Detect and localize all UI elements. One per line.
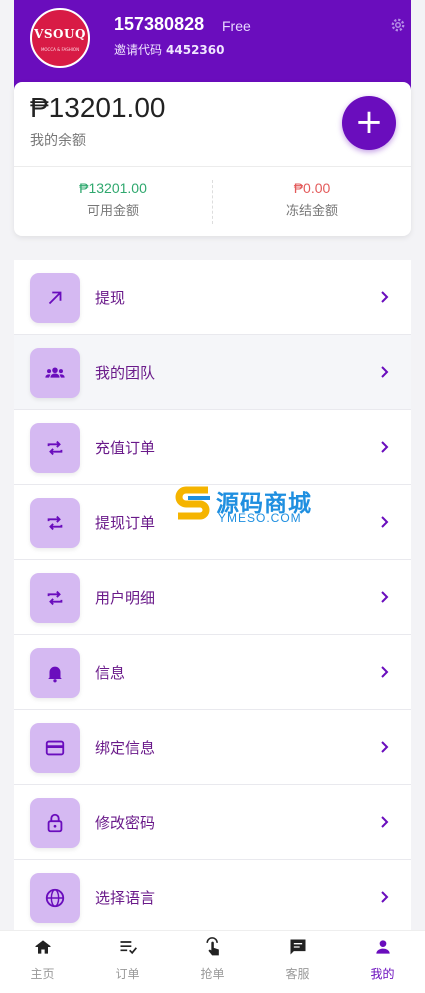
menu-item-messages[interactable]: 信息: [14, 635, 411, 710]
user-id: 157380828: [114, 14, 205, 34]
menu-item-change-password[interactable]: 修改密码: [14, 785, 411, 860]
menu-item-user-details[interactable]: 用户明细: [14, 560, 411, 635]
chevron-right-icon: [381, 816, 389, 828]
user-tier: Free: [222, 18, 251, 34]
menu-label: 选择语言: [95, 889, 156, 907]
bell-icon: [30, 648, 80, 698]
tab-label: 客服: [285, 967, 310, 981]
chevron-right-icon: [381, 366, 389, 378]
avatar[interactable]: VSOUQ MOCCA & FASHION: [30, 8, 90, 68]
menu-label: 提现订单: [95, 514, 156, 532]
gear-icon[interactable]: [389, 16, 407, 34]
menu-list: 提现 我的团队 充值订单 提现订单 用户明细 信息 绑定信息 修改密码 选择语言: [14, 260, 411, 935]
chevron-right-icon: [381, 666, 389, 678]
tab-orders[interactable]: 订单: [85, 931, 170, 993]
menu-item-recharge-orders[interactable]: 充值订单: [14, 410, 411, 485]
balance-amount: ₱13201.00: [30, 92, 166, 123]
frozen-label: 冻结金额: [285, 204, 338, 219]
invite-code-row: 邀请代码 4452360: [114, 41, 224, 58]
tab-support[interactable]: 客服: [255, 931, 340, 993]
logo-text: VSOUQ: [34, 27, 86, 41]
invite-label: 邀请代码: [114, 43, 163, 57]
tab-mine[interactable]: 我的: [340, 931, 425, 993]
touch-icon: [205, 937, 219, 956]
home-icon: [35, 940, 50, 954]
menu-item-language[interactable]: 选择语言: [14, 860, 411, 935]
chat-icon: [290, 939, 305, 955]
menu-label: 充值订单: [95, 439, 156, 457]
repeat-icon: [30, 573, 80, 623]
chevron-right-icon: [381, 291, 389, 303]
tab-grab-order[interactable]: 抢单: [170, 931, 255, 993]
balance-card: ₱13201.00 我的余额 + ₱13201.00 可用金额 ₱0.00 冻结…: [14, 82, 411, 236]
watermark: 源码商城 YMESO.COM: [174, 484, 324, 530]
chevron-right-icon: [381, 591, 389, 603]
person-icon: [375, 940, 390, 954]
lock-icon: [30, 798, 80, 848]
chevron-right-icon: [381, 741, 389, 753]
bottom-tab-bar: 主页 订单 抢单 客服 我的: [0, 930, 425, 993]
chevron-right-icon: [381, 516, 389, 528]
balance-label: 我的余额: [30, 133, 86, 149]
tab-label: 我的: [370, 967, 395, 981]
watermark-subtext: YMESO.COM: [218, 511, 302, 525]
group-icon: [30, 348, 80, 398]
menu-item-withdraw[interactable]: 提现: [14, 260, 411, 335]
globe-icon: [30, 873, 80, 923]
add-funds-button[interactable]: +: [342, 96, 396, 150]
menu-item-binding-info[interactable]: 绑定信息: [14, 710, 411, 785]
chevron-right-icon: [381, 891, 389, 903]
tab-home[interactable]: 主页: [0, 931, 85, 993]
plus-icon: +: [354, 102, 384, 142]
repeat-icon: [30, 498, 80, 548]
repeat-icon: [30, 423, 80, 473]
menu-label: 提现: [95, 289, 126, 307]
menu-label: 我的团队: [95, 364, 156, 382]
invite-code: 4452360: [166, 43, 225, 57]
tab-label: 订单: [115, 967, 140, 981]
chevron-right-icon: [381, 441, 389, 453]
menu-label: 用户明细: [95, 589, 156, 607]
available-value: ₱13201.00: [79, 180, 147, 196]
tab-label: 抢单: [200, 967, 225, 981]
available-label: 可用金额: [86, 204, 139, 219]
list-check-icon: [120, 941, 137, 955]
card-divider: [14, 166, 411, 167]
tab-label: 主页: [30, 967, 55, 981]
arrow-up-right-icon: [30, 273, 80, 323]
credit-card-icon: [30, 723, 80, 773]
menu-label: 信息: [95, 664, 126, 682]
menu-label: 绑定信息: [95, 739, 156, 757]
menu-label: 修改密码: [95, 814, 156, 832]
available-balance: ₱13201.00 可用金额: [14, 180, 212, 219]
frozen-value: ₱0.00: [293, 180, 331, 196]
watermark-logo-icon: [175, 486, 210, 520]
logo-subtext: MOCCA & FASHION: [40, 47, 80, 52]
frozen-balance: ₱0.00 冻结金额: [213, 180, 411, 219]
menu-item-team[interactable]: 我的团队: [14, 335, 411, 410]
